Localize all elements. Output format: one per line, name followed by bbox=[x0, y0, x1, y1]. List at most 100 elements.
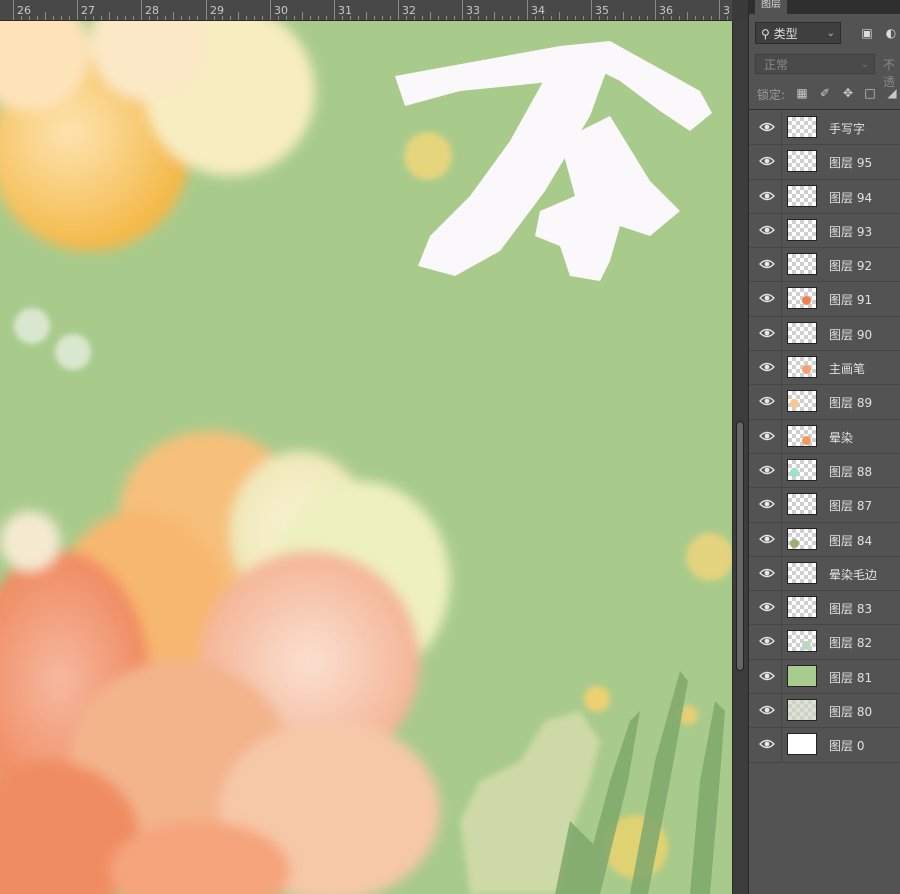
layer-name[interactable]: 图层 94 bbox=[829, 189, 872, 206]
visibility-eye-icon[interactable] bbox=[759, 121, 775, 133]
visibility-eye-icon[interactable] bbox=[759, 601, 775, 613]
visibility-eye-icon[interactable] bbox=[759, 704, 775, 716]
layer-row[interactable]: 主画笔 bbox=[749, 351, 900, 386]
layer-row[interactable]: 图层 91 bbox=[749, 282, 900, 317]
visibility-eye-icon[interactable] bbox=[759, 395, 775, 407]
visibility-eye-icon[interactable] bbox=[759, 361, 775, 373]
layer-row[interactable]: 图层 81 bbox=[749, 659, 900, 695]
layer-name[interactable]: 图层 83 bbox=[829, 600, 872, 617]
layer-row[interactable]: 图层 88 bbox=[749, 453, 900, 489]
canvas-vertical-scrollbar[interactable] bbox=[732, 21, 747, 894]
layer-filter-row: ⚲ 类型 ⌄ ▣ ◐ bbox=[755, 22, 900, 46]
visibility-eye-icon[interactable] bbox=[759, 258, 775, 270]
ruler-minor-tick bbox=[109, 12, 110, 20]
ruler-minor-tick bbox=[623, 12, 624, 20]
layer-row[interactable]: 图层 94 bbox=[749, 179, 900, 214]
layer-separator bbox=[781, 694, 782, 728]
ruler-minor-tick bbox=[575, 16, 576, 20]
visibility-eye-icon[interactable] bbox=[759, 430, 775, 442]
visibility-eye-icon[interactable] bbox=[759, 224, 775, 236]
layer-row[interactable]: 图层 83 bbox=[749, 591, 900, 626]
ruler-minor-tick bbox=[157, 16, 158, 20]
layer-name[interactable]: 图层 89 bbox=[829, 394, 872, 411]
layer-row[interactable]: 图层 82 bbox=[749, 625, 900, 660]
ruler-minor-tick bbox=[85, 16, 86, 20]
lock-all-icon[interactable]: ◢ bbox=[885, 86, 899, 100]
layer-name[interactable]: 图层 91 bbox=[829, 291, 872, 308]
layer-name[interactable]: 图层 0 bbox=[829, 737, 864, 754]
visibility-eye-icon[interactable] bbox=[759, 533, 775, 545]
ruler-minor-tick bbox=[502, 16, 503, 20]
layer-row[interactable]: 图层 80 bbox=[749, 694, 900, 729]
visibility-eye-icon[interactable] bbox=[759, 464, 775, 476]
layer-name[interactable]: 主画笔 bbox=[829, 360, 865, 377]
visibility-eye-icon[interactable] bbox=[759, 670, 775, 682]
layer-row[interactable]: 图层 92 bbox=[749, 248, 900, 283]
layer-separator bbox=[781, 111, 782, 145]
ruler-minor-tick bbox=[663, 16, 664, 20]
layer-name[interactable]: 晕染毛边 bbox=[829, 566, 877, 583]
layer-name[interactable]: 图层 88 bbox=[829, 463, 872, 480]
layer-name[interactable]: 图层 93 bbox=[829, 223, 872, 240]
layer-row[interactable]: 图层 90 bbox=[749, 316, 900, 352]
visibility-eye-icon[interactable] bbox=[759, 327, 775, 339]
layer-name[interactable]: 图层 92 bbox=[829, 257, 872, 274]
layer-thumbnail bbox=[787, 527, 817, 550]
layer-name[interactable]: 图层 84 bbox=[829, 532, 872, 549]
layer-row[interactable]: 图层 84 bbox=[749, 522, 900, 557]
ruler-minor-tick bbox=[366, 12, 367, 20]
layer-row[interactable]: 晕染 bbox=[749, 419, 900, 454]
layer-name[interactable]: 图层 87 bbox=[829, 497, 872, 514]
layer-row[interactable]: 图层 89 bbox=[749, 385, 900, 420]
scrollbar-thumb[interactable] bbox=[736, 421, 744, 671]
thumbnail-content bbox=[790, 467, 799, 477]
ruler-minor-tick bbox=[101, 16, 102, 20]
ruler-minor-tick bbox=[125, 16, 126, 20]
horizontal-ruler[interactable]: 26 27 28 29 30 31 32 33 34 35 36 3 bbox=[0, 0, 732, 21]
ruler-minor-tick bbox=[711, 16, 712, 20]
ruler-minor-tick bbox=[470, 16, 471, 20]
layer-name[interactable]: 晕染 bbox=[829, 429, 853, 446]
layer-filter-select[interactable]: ⚲ 类型 ⌄ bbox=[755, 22, 841, 44]
visibility-eye-icon[interactable] bbox=[759, 635, 775, 647]
ruler-minor-tick bbox=[583, 16, 584, 20]
visibility-eye-icon[interactable] bbox=[759, 292, 775, 304]
adjustment-filter-icon[interactable]: ◐ bbox=[883, 25, 899, 41]
image-filter-icon[interactable]: ▣ bbox=[859, 25, 875, 41]
layer-separator bbox=[781, 179, 782, 213]
layer-row[interactable]: 图层 93 bbox=[749, 213, 900, 249]
layer-row[interactable]: 图层 0 bbox=[749, 728, 900, 763]
layer-name[interactable]: 手写字 bbox=[829, 120, 865, 137]
layer-row[interactable]: 手写字 bbox=[749, 111, 900, 146]
layer-name[interactable]: 图层 90 bbox=[829, 326, 872, 343]
layer-name[interactable]: 图层 95 bbox=[829, 154, 872, 171]
ruler-minor-tick bbox=[45, 12, 46, 20]
layer-name[interactable]: 图层 82 bbox=[829, 634, 872, 651]
lock-image-pixels-icon[interactable]: ✐ bbox=[818, 86, 832, 100]
layer-separator bbox=[781, 522, 782, 556]
blend-mode-select[interactable]: 正常 ⌄ bbox=[755, 54, 875, 74]
layer-thumbnail bbox=[787, 116, 817, 138]
layer-row[interactable]: 晕染毛边 bbox=[749, 556, 900, 592]
tab-layers[interactable]: 图层 bbox=[755, 0, 787, 14]
layer-separator bbox=[781, 145, 782, 179]
lock-transparent-pixels-icon[interactable]: ▦ bbox=[795, 86, 809, 100]
document-canvas[interactable] bbox=[0, 21, 732, 894]
visibility-eye-icon[interactable] bbox=[759, 155, 775, 167]
visibility-eye-icon[interactable] bbox=[759, 190, 775, 202]
ruler-minor-tick bbox=[438, 16, 439, 20]
layer-row[interactable]: 图层 87 bbox=[749, 488, 900, 523]
visibility-eye-icon[interactable] bbox=[759, 567, 775, 579]
ruler-tick: 32 bbox=[398, 0, 416, 20]
visibility-eye-icon[interactable] bbox=[759, 498, 775, 510]
lock-artboard-icon[interactable]: □ bbox=[863, 86, 877, 100]
lock-position-icon[interactable]: ✥ bbox=[841, 86, 855, 100]
layer-row[interactable]: 图层 95 bbox=[749, 145, 900, 180]
ruler-minor-tick bbox=[430, 12, 431, 20]
visibility-eye-icon[interactable] bbox=[759, 738, 775, 750]
layer-name[interactable]: 图层 80 bbox=[829, 703, 872, 720]
ruler-tick: 3 bbox=[719, 0, 730, 20]
layer-thumbnail bbox=[787, 424, 817, 447]
layer-name[interactable]: 图层 81 bbox=[829, 669, 872, 686]
thumbnail-content bbox=[790, 538, 799, 548]
